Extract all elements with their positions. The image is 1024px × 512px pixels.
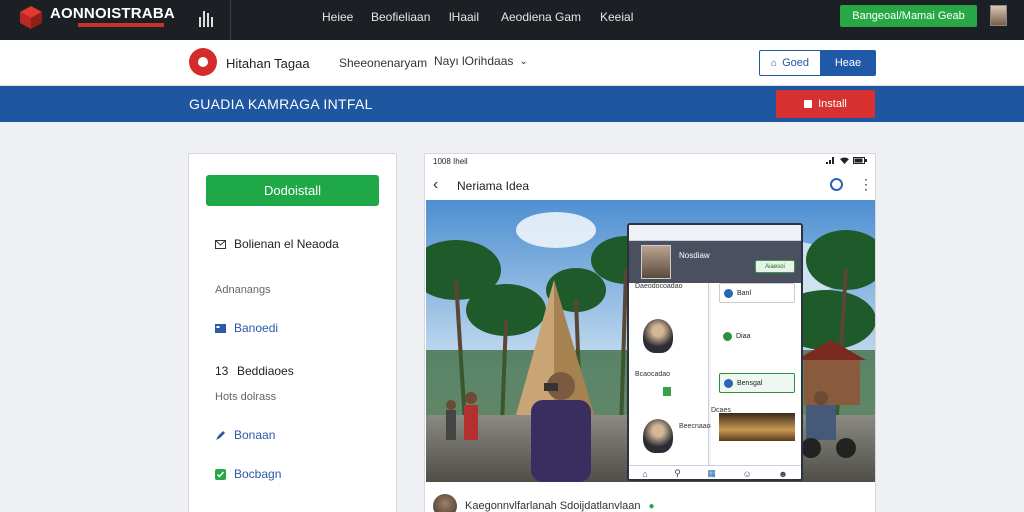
solid-button[interactable]: Heae — [820, 50, 876, 76]
phone-left-column: Daeodocoadao Bcaocadao Beecnaaoao — [629, 283, 718, 465]
phone-green-mark — [663, 387, 671, 396]
grid-icon — [215, 323, 226, 333]
left-item-bonaan[interactable]: Bonaan — [215, 428, 275, 442]
phone-card-label: Banl — [737, 289, 752, 297]
phone-text: Daeodocoadao — [635, 283, 683, 290]
nav-item-3[interactable]: lHaail — [449, 10, 479, 24]
status-icons — [826, 157, 867, 164]
brand-name[interactable]: Hitahan Tagaa — [226, 56, 310, 71]
phone-right-column: Banl Diaa Bensgal Dcaes — [711, 283, 801, 465]
brand-logo-icon — [189, 48, 217, 76]
phone-dot-icon — [723, 331, 732, 341]
logo-cube-icon — [20, 6, 42, 29]
phone-card[interactable]: Bensgal — [719, 373, 795, 393]
more-vert-icon[interactable]: ⋮ — [859, 176, 873, 193]
top-navbar: AONNOISTRABA Heiee Beofieliaan lHaail Ae… — [0, 0, 1024, 40]
left-item-banoedi[interactable]: Banoedi — [215, 321, 278, 335]
logo-underline — [78, 23, 164, 27]
left-item-label: Bocbagn — [234, 467, 282, 481]
phone-profile-name: Nosdiaw — [679, 251, 710, 260]
nav-divider — [230, 0, 231, 40]
phone-avatar — [641, 245, 671, 279]
nav-item-2[interactable]: Beofieliaan — [371, 10, 430, 24]
outline-button-label: Goed — [782, 57, 809, 69]
left-panel: Dodoistall Bolienan el Neaoda Adnanangs … — [188, 153, 397, 512]
mail-icon — [215, 239, 226, 249]
status-time: 1008 Iheil — [433, 157, 468, 166]
nav-cta-button[interactable]: Bangeoal/Mamai Geab — [840, 5, 977, 27]
phone-card[interactable]: Diaa — [719, 326, 795, 346]
app-bar: ‹ Neriama Idea ⋮ — [425, 170, 875, 200]
phone-card[interactable]: Banl — [719, 283, 795, 303]
left-item-label: Bonaan — [234, 428, 276, 442]
pen-icon — [216, 430, 225, 440]
wifi-icon — [840, 157, 849, 164]
download-install-button[interactable]: Dodoistall — [206, 175, 379, 206]
phone-bottom-nav: ⌂ ⚲ ▦ ☺ ☻ — [629, 465, 801, 479]
home-icon: ⌂ — [771, 57, 778, 69]
left-item-label: Bolienan el Neaoda — [234, 237, 339, 251]
left-item-count[interactable]: 13 Beddiaoes — [215, 364, 294, 378]
back-arrow-icon[interactable]: ‹ — [433, 176, 438, 194]
sub-link[interactable]: Sheeonenaryam — [339, 56, 427, 70]
clock-icon[interactable] — [830, 178, 843, 191]
phone-emoji-icon[interactable]: ☺ — [742, 469, 751, 479]
left-item-label: Banoedi — [234, 321, 279, 335]
phone-header — [629, 225, 801, 241]
left-item-mail[interactable]: Bolienan el Neaoda — [215, 237, 339, 251]
hand-icon[interactable] — [197, 7, 215, 29]
user-avatar[interactable] — [990, 5, 1007, 26]
footer-avatar[interactable] — [433, 494, 457, 512]
post-footer: Kaegonnvlfarlanah Sdoijdatlanvlaan ● — [433, 494, 655, 512]
phone-profile: Nosdiaw Aiaesoi — [629, 241, 801, 283]
count-number: 13 — [215, 364, 229, 378]
chevron-down-icon: ⌄ — [519, 55, 528, 67]
footer-text: Kaegonnvlfarlanah Sdoijdatlanvlaan — [465, 500, 641, 512]
sub-dropdown[interactable]: Nayı lOrihdaas ⌄ — [434, 54, 528, 68]
blue-banner: GUADIA KAMRAGA INTFAL Install — [0, 86, 1024, 122]
phone-pill-button[interactable]: Aiaesoi — [755, 260, 795, 273]
phone-mockup: Nosdiaw Aiaesoi Daeodocoadao Bcaocadao B… — [627, 223, 803, 481]
check-icon — [215, 468, 226, 480]
nav-item-1[interactable]: Heiee — [322, 10, 353, 24]
sub-header: Hitahan Tagaa Sheeonenaryam Nayı lOrihda… — [0, 40, 1024, 86]
phone-text: Dcaes — [711, 407, 731, 414]
phone-profile-icon[interactable]: ☻ — [778, 469, 787, 479]
outline-button[interactable]: ⌂ Goed — [759, 50, 821, 76]
logo-text[interactable]: AONNOISTRABA — [50, 5, 175, 22]
phone-thumb — [643, 319, 673, 353]
signal-icon — [826, 157, 834, 164]
phone-search-icon[interactable]: ⚲ — [674, 468, 681, 479]
app-title: Neriama Idea — [457, 179, 530, 193]
nav-item-4[interactable]: Aeodiena Gam — [501, 10, 581, 24]
phone-text: Bcaocadao — [635, 371, 671, 378]
left-item-label: Beddiaoes — [237, 364, 294, 378]
phone-card-label: Bensgal — [737, 379, 763, 387]
phone-card-image — [719, 413, 795, 441]
left-item-bocbagn[interactable]: Bocbagn — [215, 467, 281, 481]
install-icon — [804, 100, 813, 108]
sub-dropdown-label: Nayı lOrihdaas — [434, 54, 514, 68]
online-dot-icon: ● — [648, 500, 655, 512]
section-label: Adnanangs — [215, 284, 271, 296]
phone-tab-icon[interactable]: ▦ — [707, 468, 716, 479]
right-panel: 1008 Iheil ‹ Neriama Idea ⋮ Nosdiaw Aiae… — [424, 153, 876, 512]
banner-title: GUADIA KAMRAGA INTFAL — [189, 96, 373, 112]
phone-card-label: Diaa — [736, 332, 751, 340]
phone-dot-icon — [724, 288, 733, 298]
battery-icon — [853, 157, 867, 164]
phone-thumb — [643, 419, 673, 453]
install-label: Install — [818, 98, 847, 110]
section-label: Hots dolrass — [215, 391, 277, 403]
nav-item-5[interactable]: Keeial — [600, 10, 633, 24]
phone-dot-icon — [724, 378, 733, 388]
status-bar: 1008 Iheil — [425, 154, 875, 168]
install-button[interactable]: Install — [776, 90, 875, 118]
phone-home-icon[interactable]: ⌂ — [642, 469, 647, 479]
